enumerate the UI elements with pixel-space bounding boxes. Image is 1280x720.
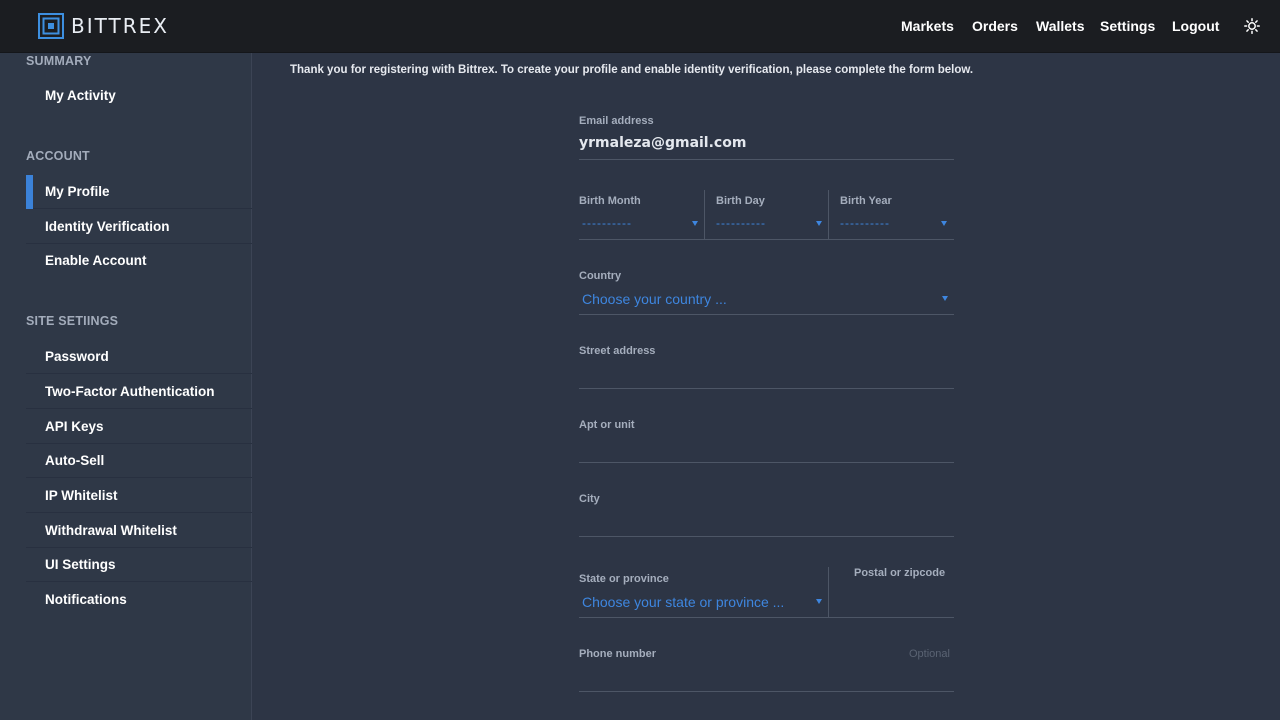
city-underline bbox=[579, 536, 954, 537]
email-label: Email address bbox=[579, 115, 654, 127]
phone-optional-hint: Optional bbox=[909, 648, 950, 660]
birth-day-label: Birth Day bbox=[716, 195, 765, 207]
birth-divider bbox=[828, 190, 829, 240]
apt-unit-label: Apt or unit bbox=[579, 419, 635, 431]
postal-underline bbox=[829, 617, 954, 618]
nav-wallets-link[interactable]: Wallets bbox=[1036, 0, 1085, 52]
country-label: Country bbox=[579, 270, 622, 282]
street-address-label: Street address bbox=[579, 345, 656, 357]
caret-down-icon bbox=[816, 221, 822, 226]
sidebar-item-my-profile[interactable]: My Profile bbox=[26, 175, 252, 209]
birth-month-label: Birth Month bbox=[579, 195, 641, 207]
sidebar-item-ui-settings[interactable]: UI Settings bbox=[26, 548, 252, 582]
state-postal-divider bbox=[828, 567, 829, 618]
caret-down-icon bbox=[816, 599, 822, 604]
sidebar-heading-site-settings: SITE SETIINGS bbox=[26, 314, 119, 328]
birth-day-select[interactable]: ---------- bbox=[716, 216, 766, 230]
settings-sidebar: SUMMARY My Activity ACCOUNT My Profile I… bbox=[0, 53, 252, 720]
brand-logo[interactable]: BITTREX bbox=[38, 13, 169, 39]
sidebar-heading-summary: SUMMARY bbox=[26, 54, 92, 68]
birth-month-select[interactable]: ---------- bbox=[582, 216, 632, 230]
form-intro-text: Thank you for registering with Bittrex. … bbox=[290, 64, 974, 76]
nav-markets-link[interactable]: Markets bbox=[901, 0, 954, 52]
birth-day-underline bbox=[705, 239, 828, 240]
sidebar-item-password[interactable]: Password bbox=[26, 340, 252, 374]
birth-year-underline bbox=[829, 239, 954, 240]
phone-label: Phone number bbox=[579, 648, 657, 660]
sidebar-item-auto-sell[interactable]: Auto-Sell bbox=[26, 444, 252, 478]
nav-logout-link[interactable]: Logout bbox=[1172, 0, 1219, 52]
apt-unit-underline bbox=[579, 462, 954, 463]
sidebar-heading-account: ACCOUNT bbox=[26, 149, 90, 163]
bittrex-logo-icon bbox=[38, 13, 64, 39]
brand-name: BITTREX bbox=[71, 14, 169, 38]
state-label: State or province bbox=[579, 573, 669, 585]
nav-orders-link[interactable]: Orders bbox=[972, 0, 1018, 52]
sidebar-item-withdrawal-whitelist[interactable]: Withdrawal Whitelist bbox=[26, 514, 252, 548]
birth-month-underline bbox=[579, 239, 704, 240]
postal-label: Postal or zipcode bbox=[854, 567, 946, 579]
apt-unit-input[interactable] bbox=[579, 438, 954, 460]
birth-year-label: Birth Year bbox=[840, 195, 892, 207]
caret-down-icon bbox=[692, 221, 698, 226]
country-underline bbox=[579, 314, 954, 315]
sidebar-item-two-factor-authentication[interactable]: Two-Factor Authentication bbox=[26, 375, 252, 409]
state-select[interactable]: Choose your state or province ... bbox=[582, 594, 784, 610]
sidebar-item-my-activity[interactable]: My Activity bbox=[26, 79, 252, 113]
sidebar-item-api-keys[interactable]: API Keys bbox=[26, 410, 252, 444]
sidebar-item-ip-whitelist[interactable]: IP Whitelist bbox=[26, 479, 252, 513]
top-navbar: BITTREX Markets Orders Wallets Settings … bbox=[0, 0, 1280, 53]
birth-divider bbox=[704, 190, 705, 240]
sidebar-item-identity-verification[interactable]: Identity Verification bbox=[26, 210, 252, 244]
birth-year-select[interactable]: ---------- bbox=[840, 216, 890, 230]
caret-down-icon bbox=[942, 296, 948, 301]
caret-down-icon bbox=[941, 221, 947, 226]
street-address-underline bbox=[579, 388, 954, 389]
city-input[interactable] bbox=[579, 512, 954, 534]
street-address-input[interactable] bbox=[579, 364, 954, 386]
email-value: yrmaleza@gmail.com bbox=[579, 135, 747, 151]
sidebar-item-enable-account[interactable]: Enable Account bbox=[26, 244, 252, 278]
nav-settings-link[interactable]: Settings bbox=[1100, 0, 1155, 52]
postal-input[interactable] bbox=[835, 590, 954, 614]
city-label: City bbox=[579, 493, 600, 505]
sidebar-item-notifications[interactable]: Notifications bbox=[26, 583, 252, 617]
sun-icon[interactable] bbox=[1244, 18, 1260, 34]
state-underline bbox=[579, 617, 828, 618]
country-select[interactable]: Choose your country ... bbox=[582, 291, 727, 307]
email-underline bbox=[579, 159, 954, 160]
phone-input[interactable] bbox=[579, 666, 954, 688]
phone-underline bbox=[579, 691, 954, 692]
